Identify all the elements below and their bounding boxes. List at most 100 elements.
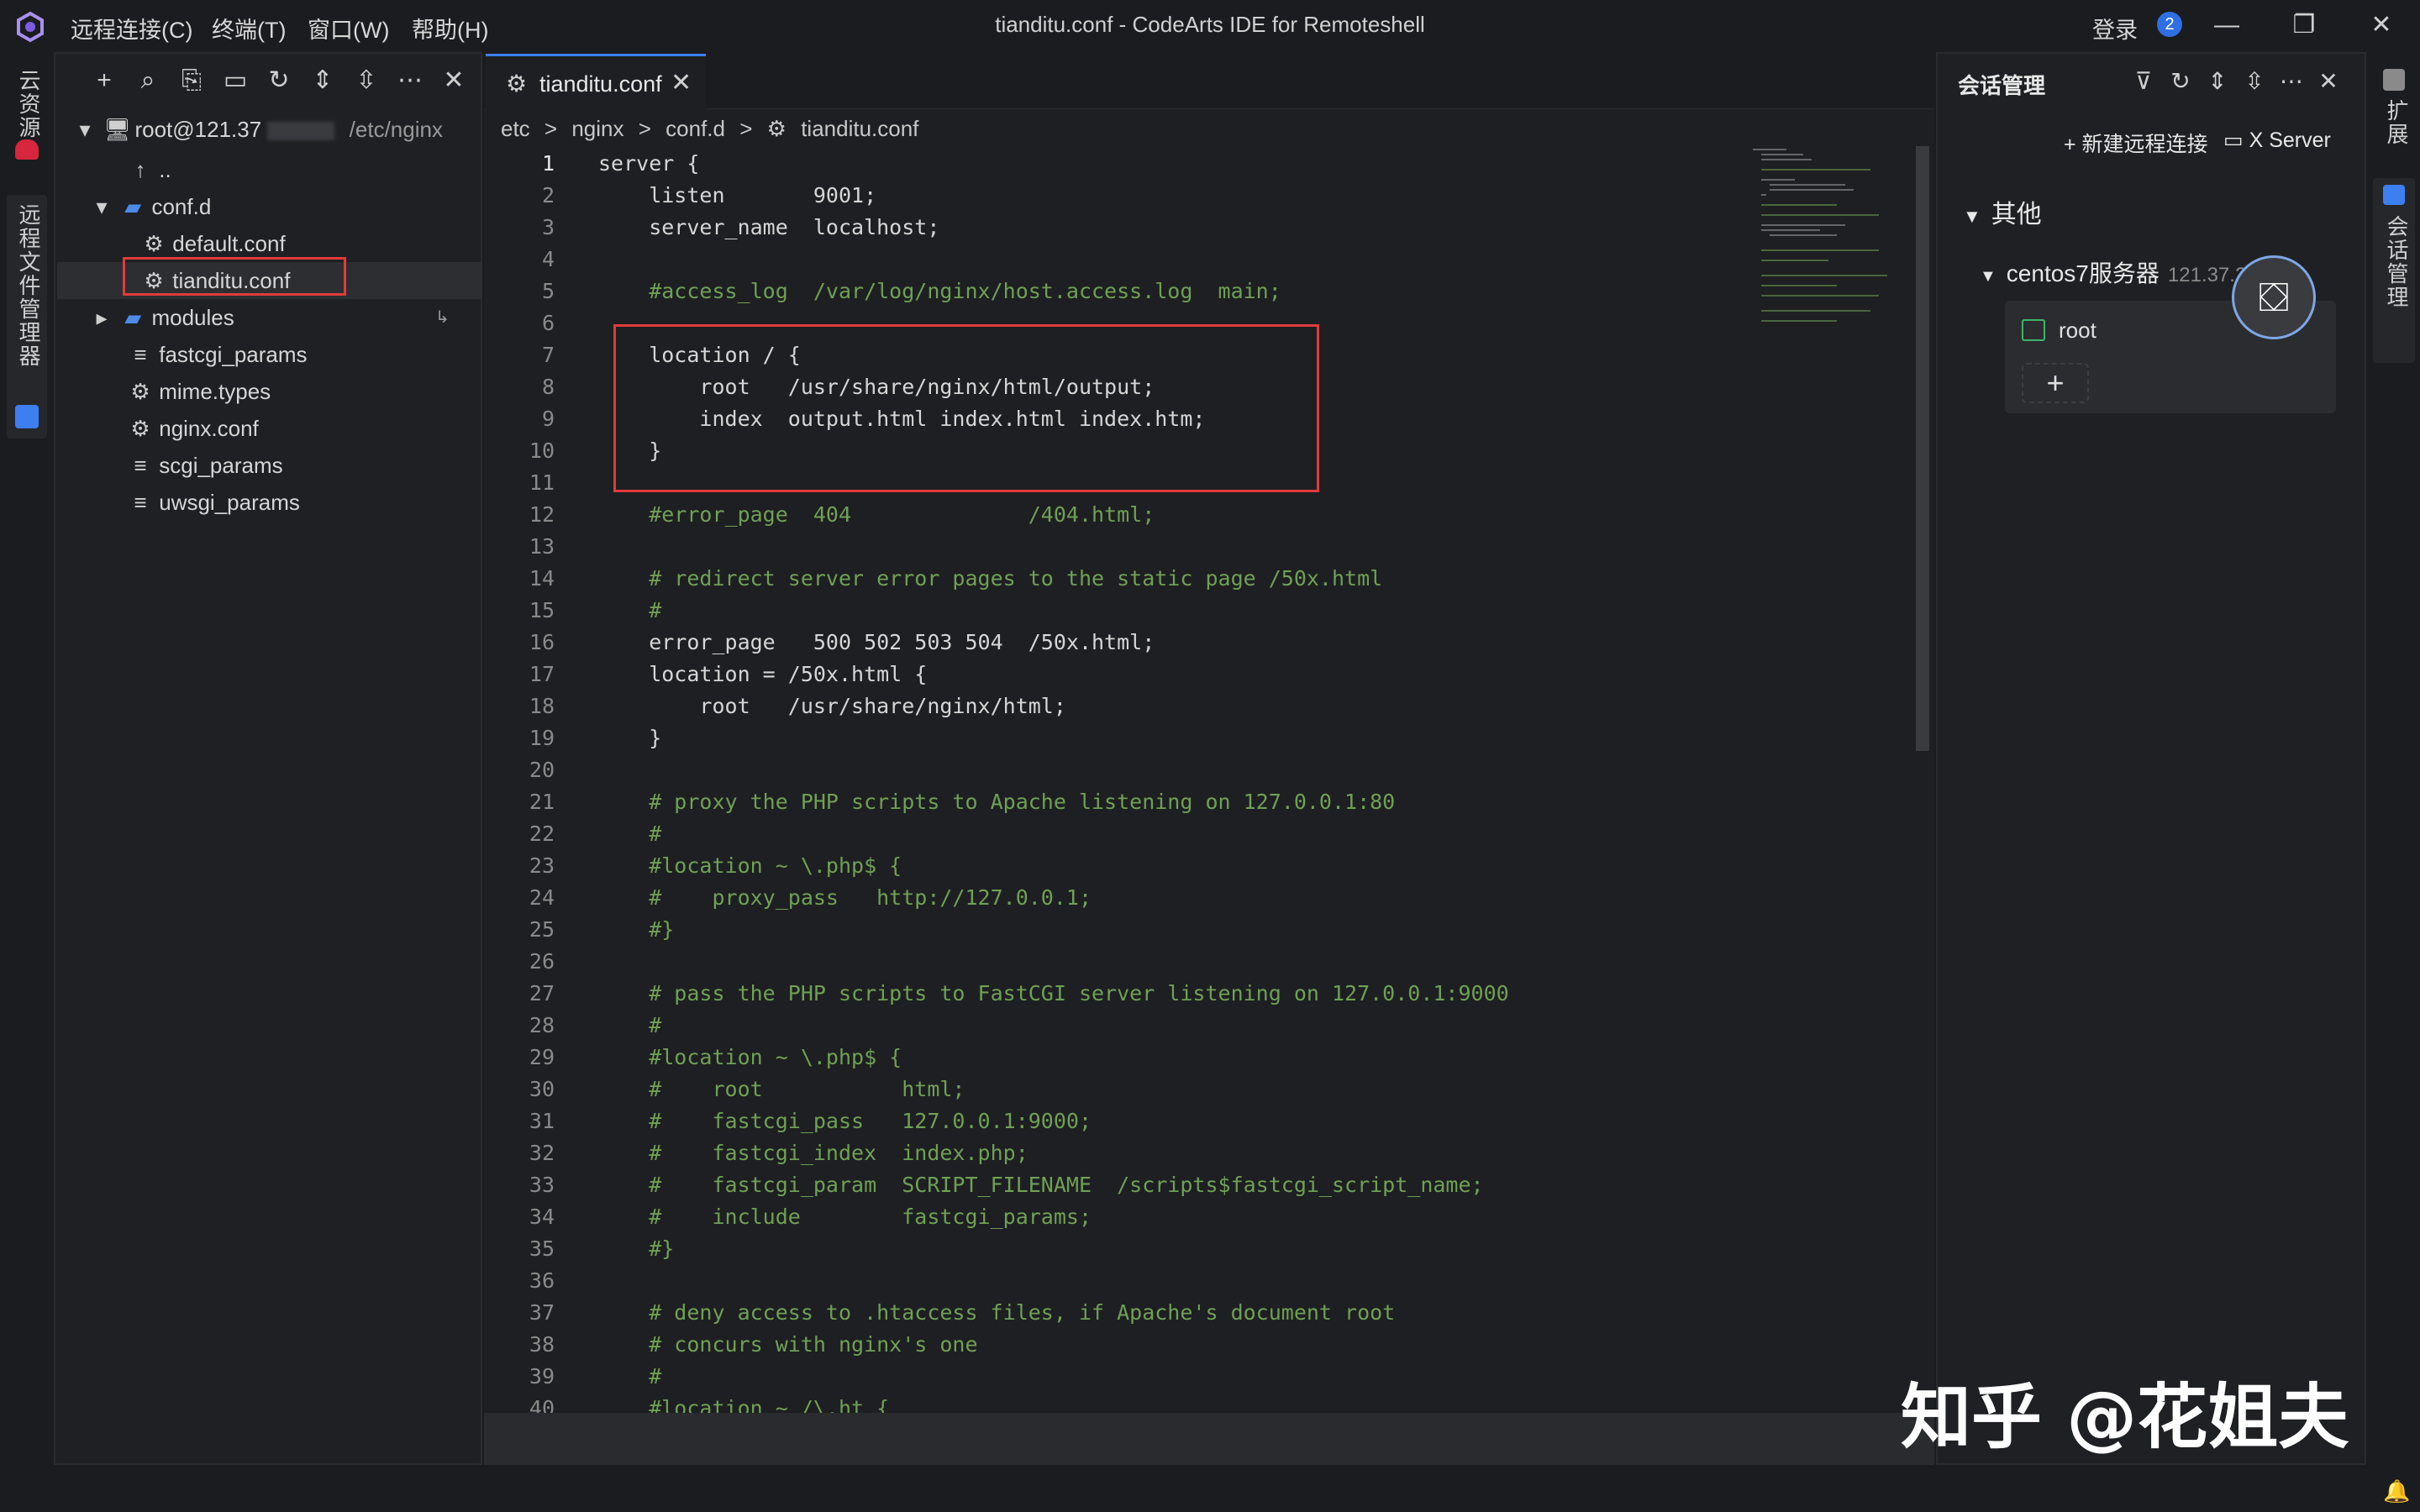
- cloud-resources-tab[interactable]: 云资源: [13, 69, 45, 139]
- annotation-box-tianditu: [123, 257, 346, 296]
- tree-root[interactable]: ▾ 🖥 root@121.37 /etc/nginx: [72, 111, 476, 148]
- tree-item-parent[interactable]: ↑ ..: [128, 151, 464, 188]
- tree-item-fastcgi-params[interactable]: ≡ fastcgi_params: [128, 336, 464, 373]
- notification-badge[interactable]: 2: [2157, 12, 2182, 37]
- new-remote-connection-button[interactable]: + 新建远程连接: [2064, 128, 2208, 158]
- code-line[interactable]: 34 # include fastcgi_params;: [484, 1201, 1744, 1233]
- code-line[interactable]: 32 # fastcgi_index index.php;: [484, 1137, 1744, 1169]
- code-line[interactable]: 36: [484, 1265, 1744, 1297]
- new-file-icon[interactable]: +: [89, 66, 119, 96]
- new-folder-icon[interactable]: ▭: [220, 66, 250, 96]
- code-line[interactable]: 38 # concurs with nginx's one: [484, 1329, 1744, 1361]
- restore-icon[interactable]: ❐: [2279, 8, 2329, 42]
- code-line[interactable]: 22 #: [484, 818, 1744, 850]
- chevron-down-icon: ▼: [1980, 267, 1996, 286]
- refresh-icon[interactable]: ↻: [2166, 67, 2195, 95]
- tree-item-uwsgi-params[interactable]: ≡ uwsgi_params: [128, 484, 464, 521]
- code-line[interactable]: 14 # redirect server error pages to the …: [484, 563, 1744, 595]
- code-line[interactable]: 26: [484, 946, 1744, 978]
- code-line[interactable]: 28 #: [484, 1010, 1744, 1042]
- code-line[interactable]: 30 # root html;: [484, 1074, 1744, 1105]
- scrollbar-thumb[interactable]: [1916, 146, 1929, 751]
- collapse-all-icon[interactable]: ⇳: [351, 66, 381, 96]
- file-manager-icon[interactable]: [15, 405, 39, 428]
- login-button[interactable]: 登录: [2092, 12, 2138, 45]
- code-text: location = /50x.html {: [598, 662, 928, 686]
- code-line[interactable]: 33 # fastcgi_param SCRIPT_FILENAME /scri…: [484, 1169, 1744, 1201]
- breadcrumb-file[interactable]: tianditu.conf: [801, 116, 918, 141]
- code-line[interactable]: 16 error_page 500 502 503 504 /50x.html;: [484, 627, 1744, 659]
- code-line[interactable]: 5 #access_log /var/log/nginx/host.access…: [484, 276, 1744, 307]
- code-line[interactable]: 15 #: [484, 595, 1744, 627]
- code-line[interactable]: 35 #}: [484, 1233, 1744, 1265]
- code-line[interactable]: 20: [484, 754, 1744, 786]
- more-icon[interactable]: ⋯: [2277, 67, 2306, 95]
- extensions-tab[interactable]: 扩展: [2381, 99, 2412, 146]
- group-other[interactable]: ▼ 其他: [1963, 193, 2042, 230]
- code-line[interactable]: 17 location = /50x.html {: [484, 659, 1744, 690]
- code-line[interactable]: 27 # pass the PHP scripts to FastCGI ser…: [484, 978, 1744, 1010]
- collapse-all-icon[interactable]: ⇳: [2240, 67, 2269, 95]
- line-number: 36: [529, 1268, 555, 1293]
- close-panel-icon[interactable]: ✕: [439, 66, 469, 96]
- code-line[interactable]: 18 root /usr/share/nginx/html;: [484, 690, 1744, 722]
- refresh-icon[interactable]: ↻: [264, 66, 294, 96]
- code-line[interactable]: 29 #location ~ \.php$ {: [484, 1042, 1744, 1074]
- chevron-right-icon: ▸: [96, 305, 108, 330]
- tree-item-nginx-conf[interactable]: ⚙ nginx.conf: [128, 410, 464, 447]
- code-line[interactable]: 39 #: [484, 1361, 1744, 1393]
- remote-file-manager-tab[interactable]: 远程文件管理器: [13, 203, 45, 368]
- breadcrumb-etc[interactable]: etc: [501, 116, 530, 141]
- line-number: 2: [541, 183, 555, 207]
- server-entry[interactable]: ▼ centos7服务器 121.37.2: [1980, 255, 2246, 289]
- new-document-icon[interactable]: ⎘: [176, 66, 207, 96]
- code-line[interactable]: 12 #error_page 404 /404.html;: [484, 499, 1744, 531]
- code-line[interactable]: 23 #location ~ \.php$ {: [484, 850, 1744, 882]
- code-line[interactable]: 1 server {: [484, 148, 1744, 180]
- button-label: X Server: [2249, 129, 2331, 152]
- tab-tianditu-conf[interactable]: ⚙ tianditu.conf ✕: [486, 54, 706, 109]
- code-line[interactable]: 3 server_name localhost;: [484, 212, 1744, 244]
- code-line[interactable]: 19 }: [484, 722, 1744, 754]
- tree-item-mime-types[interactable]: ⚙ mime.types: [128, 373, 464, 410]
- search-icon[interactable]: ⌕: [133, 66, 163, 96]
- line-number: 8: [541, 375, 555, 399]
- tree-item-modules[interactable]: ▸ ▰ modules ↳: [89, 299, 476, 336]
- add-session-button[interactable]: +: [2022, 363, 2089, 403]
- close-tab-icon[interactable]: ✕: [671, 68, 692, 97]
- line-number: 20: [529, 758, 555, 782]
- expand-all-icon[interactable]: ⇕: [2203, 67, 2232, 95]
- minimize-icon[interactable]: —: [2202, 8, 2252, 42]
- code-text: # fastcgi_index index.php;: [598, 1141, 1028, 1165]
- code-text: server {: [598, 151, 700, 176]
- code-line[interactable]: 21 # proxy the PHP scripts to Apache lis…: [484, 786, 1744, 818]
- tree-item-conf-d[interactable]: ▾ ▰ conf.d: [89, 188, 476, 225]
- assistant-avatar-icon[interactable]: ⛋: [2232, 255, 2316, 339]
- code-line[interactable]: 24 # proxy_pass http://127.0.0.1;: [484, 882, 1744, 914]
- code-line[interactable]: 2 listen 9001;: [484, 180, 1744, 212]
- tree-item-scgi-params[interactable]: ≡ scgi_params: [128, 447, 464, 484]
- expand-all-icon[interactable]: ⇕: [308, 66, 338, 96]
- breadcrumb-nginx[interactable]: nginx: [571, 116, 623, 141]
- x-server-button[interactable]: ▭ X Server: [2223, 128, 2331, 153]
- code-line[interactable]: 4: [484, 244, 1744, 276]
- left-activity-bar: 云资源 远程文件管理器: [0, 52, 54, 1472]
- line-number: 24: [529, 885, 555, 910]
- editor-scrollbar[interactable]: [1912, 146, 1933, 1465]
- extensions-icon[interactable]: [2383, 69, 2405, 91]
- code-line[interactable]: 37 # deny access to .htaccess files, if …: [484, 1297, 1744, 1329]
- code-line[interactable]: 31 # fastcgi_pass 127.0.0.1:9000;: [484, 1105, 1744, 1137]
- code-line[interactable]: 13: [484, 531, 1744, 563]
- more-icon[interactable]: ⋯: [395, 66, 425, 96]
- root-path: /etc/nginx: [349, 117, 443, 142]
- session-manager-tab[interactable]: 会话管理: [2381, 215, 2412, 309]
- line-number: 1: [541, 151, 555, 176]
- close-window-icon[interactable]: ✕: [2356, 8, 2407, 42]
- close-panel-icon[interactable]: ✕: [2314, 67, 2343, 95]
- breadcrumb-conf-d[interactable]: conf.d: [666, 116, 725, 141]
- code-line[interactable]: 25 #}: [484, 914, 1744, 946]
- bell-icon[interactable]: 🔔: [2383, 1478, 2410, 1504]
- minimap[interactable]: [1753, 146, 1896, 348]
- chat-icon[interactable]: [2383, 185, 2405, 205]
- filter-icon[interactable]: ⊽: [2129, 67, 2158, 95]
